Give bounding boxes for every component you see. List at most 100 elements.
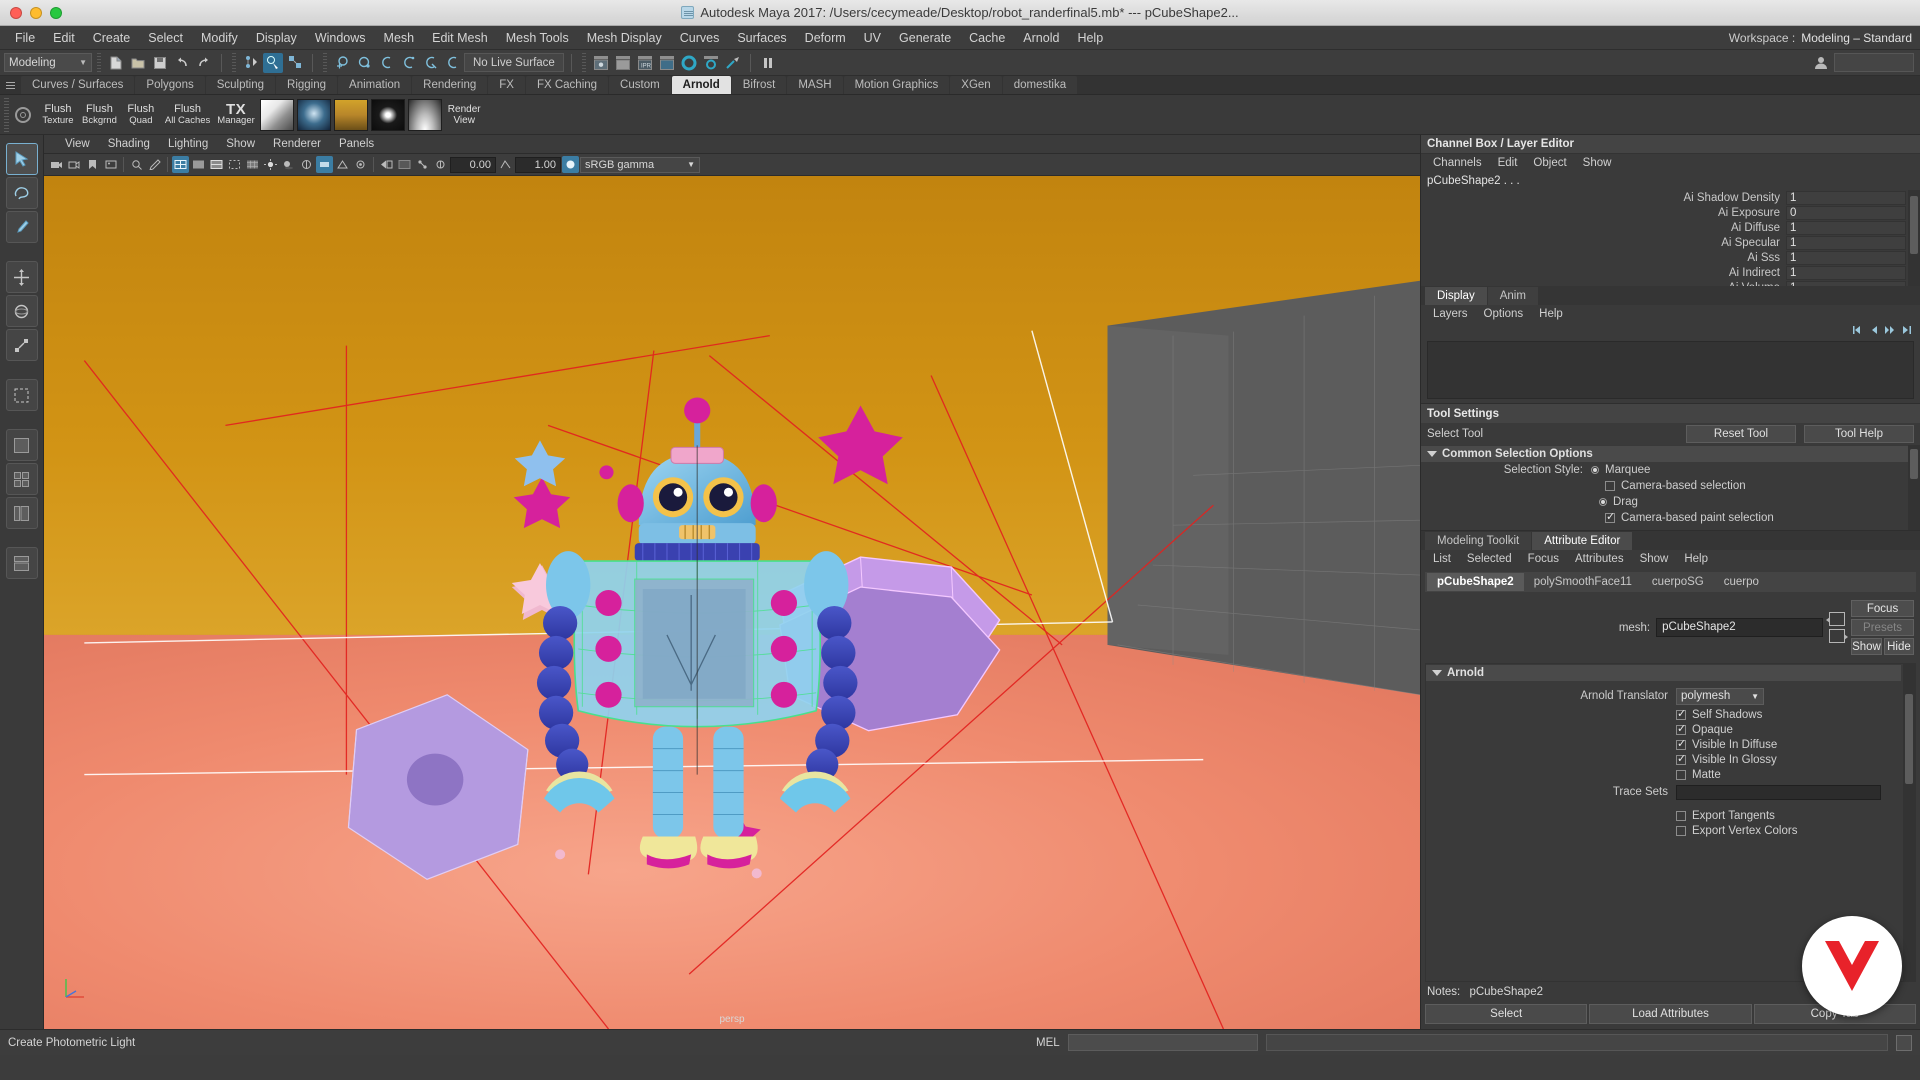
toolbar-right-group[interactable] bbox=[1811, 53, 1914, 73]
channel-value[interactable]: 0 bbox=[1786, 205, 1906, 220]
show-channel-box-icon[interactable] bbox=[657, 53, 677, 73]
viewport-menu-renderer[interactable]: Renderer bbox=[264, 138, 330, 150]
four-view-layout-icon[interactable] bbox=[5, 463, 38, 495]
xray-joints-icon[interactable] bbox=[414, 156, 431, 173]
trace-sets-input[interactable] bbox=[1676, 784, 1881, 800]
layer-menu-options[interactable]: Options bbox=[1476, 308, 1532, 320]
select-by-object-icon[interactable] bbox=[263, 52, 283, 73]
tool-help-button[interactable]: Tool Help bbox=[1804, 425, 1914, 443]
toolbar-grip-3[interactable] bbox=[323, 52, 327, 73]
render-current-frame-icon[interactable] bbox=[679, 53, 699, 73]
attribute-editor-scrollbar[interactable] bbox=[1903, 664, 1915, 981]
shelf-tab-xgen[interactable]: XGen bbox=[950, 76, 1002, 94]
snap-to-curve-icon[interactable] bbox=[354, 53, 374, 73]
ae-menu-help[interactable]: Help bbox=[1676, 553, 1716, 565]
camera-based-paint-selection-row[interactable]: Camera-based paint selection bbox=[1421, 510, 1920, 526]
shelf-button-photometric-light[interactable] bbox=[407, 98, 442, 131]
select-button[interactable]: Select bbox=[1425, 1004, 1588, 1024]
script-editor-icon[interactable] bbox=[1896, 1034, 1912, 1051]
layer-new-icon[interactable] bbox=[1884, 325, 1896, 335]
scale-tool-icon[interactable] bbox=[5, 329, 38, 361]
menu-surfaces[interactable]: Surfaces bbox=[728, 26, 795, 50]
exposure-icon[interactable] bbox=[432, 156, 449, 173]
opaque-row[interactable]: Opaque bbox=[1426, 722, 1901, 737]
shelf-tab-sculpting[interactable]: Sculpting bbox=[205, 76, 276, 94]
channel-value[interactable]: 1 bbox=[1786, 250, 1906, 265]
menu-mesh-display[interactable]: Mesh Display bbox=[578, 26, 671, 50]
arnold-translator-row[interactable]: Arnold Translator polymesh ▼ bbox=[1426, 685, 1901, 707]
channel-menu-object[interactable]: Object bbox=[1525, 157, 1574, 169]
channel-value[interactable]: 1 bbox=[1786, 280, 1906, 286]
shelf-button-flush-bckgrnd[interactable]: Flush Bckgrnd bbox=[79, 97, 120, 133]
channel-box-scrollbar[interactable] bbox=[1908, 190, 1920, 286]
snap-to-projected-icon[interactable] bbox=[398, 53, 418, 73]
show-hide-editor-icon[interactable] bbox=[591, 53, 611, 73]
attribute-editor-menu[interactable]: List Selected Focus Attributes Show Help bbox=[1421, 550, 1920, 568]
shelf-button-flush-quad[interactable]: Flush Quad bbox=[121, 97, 161, 133]
paint-select-tool-icon[interactable] bbox=[5, 211, 38, 243]
color-management-selector[interactable]: sRGB gamma ▼ bbox=[580, 156, 700, 173]
toolbar-grip[interactable] bbox=[97, 52, 101, 73]
load-attributes-button[interactable]: Load Attributes bbox=[1589, 1004, 1752, 1024]
shelf-tab-arnold[interactable]: Arnold bbox=[671, 76, 731, 94]
shelf-button-render-view[interactable]: Render View bbox=[444, 104, 485, 126]
workspace-selector[interactable]: Workspace : Modeling – Standard bbox=[1729, 31, 1912, 45]
main-menubar[interactable]: File Edit Create Select Modify Display W… bbox=[0, 26, 1920, 50]
export-tangents-checkbox[interactable] bbox=[1676, 810, 1686, 821]
hide-outliner-icon[interactable] bbox=[613, 53, 633, 73]
channel-value[interactable]: 1 bbox=[1786, 220, 1906, 235]
single-perspective-layout-icon[interactable] bbox=[5, 429, 38, 461]
mesh-name-input[interactable]: pCubeShape2 bbox=[1656, 618, 1824, 637]
move-tool-icon[interactable] bbox=[5, 261, 38, 293]
channel-row[interactable]: Ai Exposure 0 bbox=[1421, 205, 1906, 220]
layer-prev-icon[interactable] bbox=[1868, 325, 1880, 335]
select-by-hierarchy-icon[interactable] bbox=[241, 53, 261, 73]
shelf-tab-mash[interactable]: MASH bbox=[787, 76, 843, 94]
reset-tool-button[interactable]: Reset Tool bbox=[1686, 425, 1796, 443]
select-tool-icon[interactable] bbox=[5, 143, 38, 175]
common-selection-options-header[interactable]: Common Selection Options bbox=[1421, 445, 1920, 462]
export-vertex-colors-row[interactable]: Export Vertex Colors bbox=[1426, 823, 1901, 838]
menu-deform[interactable]: Deform bbox=[796, 26, 855, 50]
channel-row[interactable]: Ai Sss 1 bbox=[1421, 250, 1906, 265]
self-shadows-checkbox[interactable] bbox=[1676, 707, 1686, 720]
camera-based-paint-selection-checkbox[interactable] bbox=[1605, 510, 1615, 523]
ae-menu-attributes[interactable]: Attributes bbox=[1567, 553, 1632, 565]
snap-to-point-icon[interactable] bbox=[376, 53, 396, 73]
snap-to-view-plane-icon[interactable] bbox=[420, 53, 440, 73]
motion-blur-icon[interactable] bbox=[316, 156, 333, 173]
menu-display[interactable]: Display bbox=[247, 26, 306, 50]
viewport-menu-shading[interactable]: Shading bbox=[99, 138, 159, 150]
shelf-tab-rendering[interactable]: Rendering bbox=[412, 76, 488, 94]
screen-space-ao-icon[interactable] bbox=[298, 156, 315, 173]
ipr-render-icon[interactable] bbox=[701, 53, 721, 73]
color-management-toggle-icon[interactable] bbox=[562, 156, 579, 173]
ae-menu-selected[interactable]: Selected bbox=[1459, 553, 1520, 565]
ae-menu-focus[interactable]: Focus bbox=[1520, 553, 1567, 565]
open-scene-icon[interactable] bbox=[128, 53, 148, 73]
redo-icon[interactable] bbox=[194, 53, 214, 73]
show-button[interactable]: Show bbox=[1851, 638, 1882, 655]
channel-value[interactable]: 1 bbox=[1786, 190, 1906, 205]
attribute-editor-tabs[interactable]: Modeling Toolkit Attribute Editor bbox=[1421, 531, 1920, 550]
channel-menu-channels[interactable]: Channels bbox=[1425, 157, 1490, 169]
rotate-tool-icon[interactable] bbox=[5, 295, 38, 327]
shelf-button-flush-texture[interactable]: Flush Texture bbox=[38, 97, 78, 133]
pause-icon[interactable] bbox=[758, 53, 778, 73]
shelf-tab-polygons[interactable]: Polygons bbox=[135, 76, 205, 94]
node-tab-cuerposg[interactable]: cuerpoSG bbox=[1642, 573, 1714, 591]
layer-toolbar[interactable] bbox=[1421, 323, 1920, 337]
channel-value[interactable]: 1 bbox=[1786, 235, 1906, 250]
ae-menu-show[interactable]: Show bbox=[1632, 553, 1677, 565]
tab-display[interactable]: Display bbox=[1425, 287, 1487, 305]
channel-attribute-list[interactable]: Ai Shadow Density 1 Ai Exposure 0 Ai Dif… bbox=[1421, 190, 1920, 286]
node-nav-icons[interactable] bbox=[1826, 612, 1849, 643]
tab-modeling-toolkit[interactable]: Modeling Toolkit bbox=[1425, 532, 1532, 550]
menu-select[interactable]: Select bbox=[139, 26, 192, 50]
drag-style-row[interactable]: Drag bbox=[1421, 494, 1920, 510]
multisample-aa-icon[interactable] bbox=[334, 156, 351, 173]
menu-edit-mesh[interactable]: Edit Mesh bbox=[423, 26, 497, 50]
channel-row[interactable]: Ai Shadow Density 1 bbox=[1421, 190, 1906, 205]
camera-based-selection-row[interactable]: Camera-based selection bbox=[1421, 478, 1920, 494]
shelf-tab-curves-surfaces[interactable]: Curves / Surfaces bbox=[21, 76, 135, 94]
